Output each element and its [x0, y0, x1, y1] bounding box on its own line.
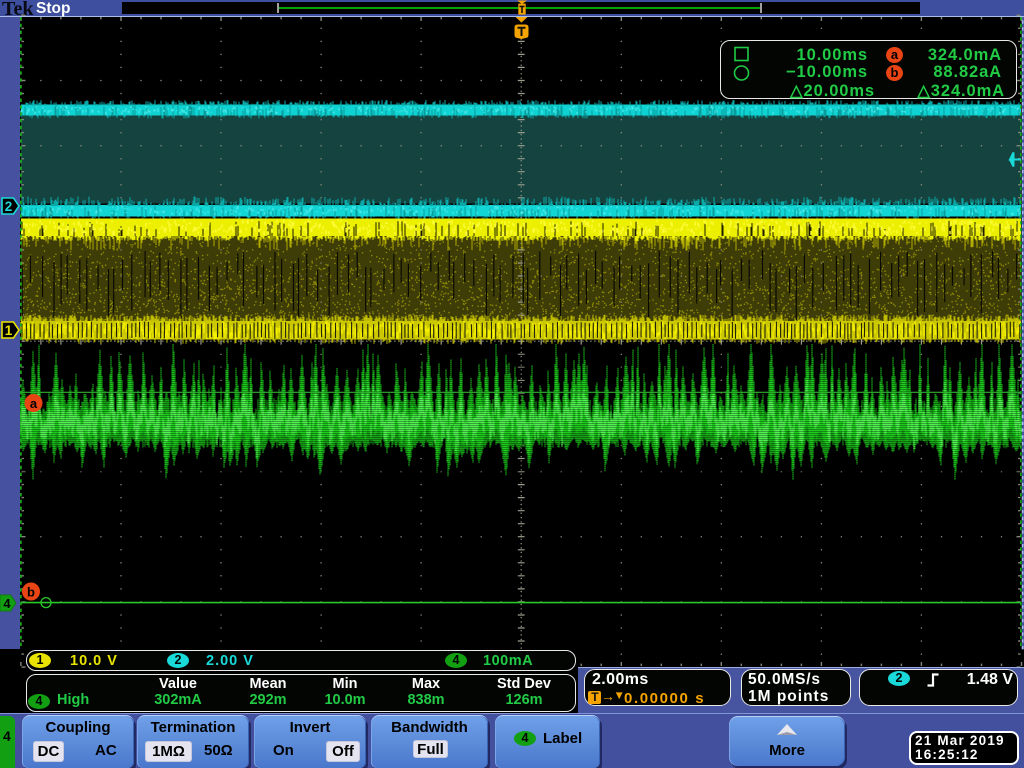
svg-text:a: a [30, 396, 38, 411]
svg-text:b: b [27, 585, 35, 600]
svg-text:4: 4 [3, 596, 11, 611]
svg-text:2: 2 [5, 199, 13, 214]
svg-text:1: 1 [5, 323, 13, 338]
